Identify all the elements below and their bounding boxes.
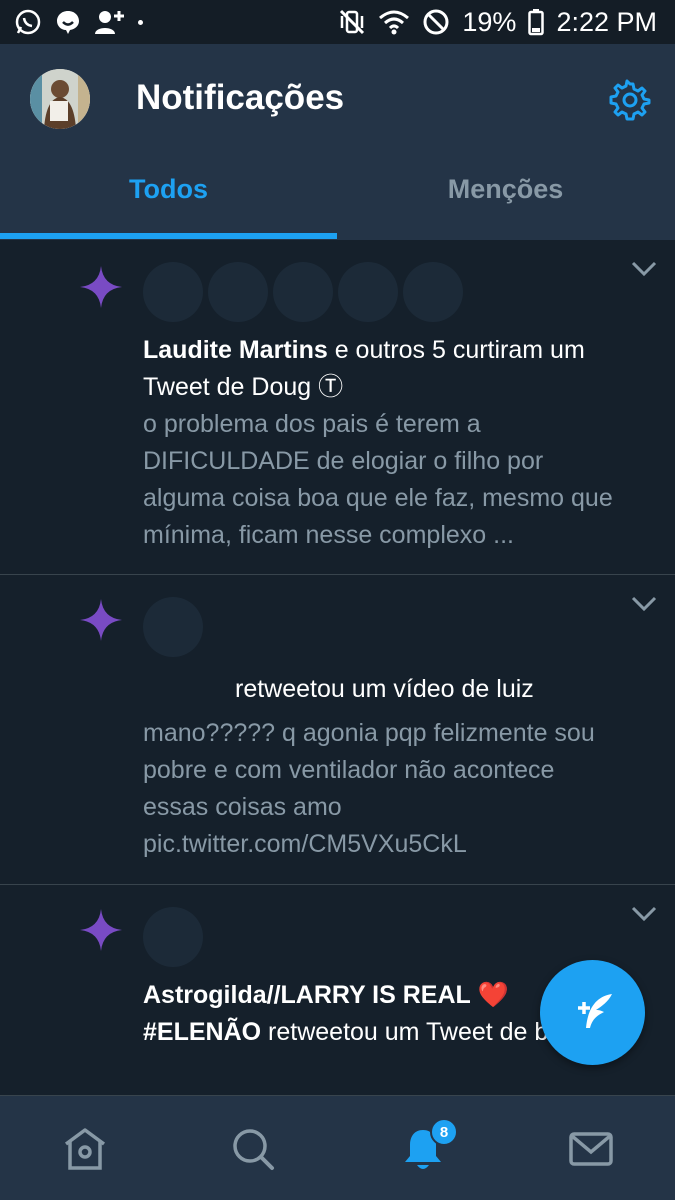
profile-avatar[interactable] (30, 69, 90, 129)
settings-gear-icon[interactable] (608, 78, 652, 122)
notification-item[interactable]: Laudite Martins e outros 5 curtiram um T… (0, 240, 675, 575)
tab-mencoes[interactable]: Menções (337, 174, 674, 240)
actor-hashtag[interactable]: #ELENÃO (143, 1018, 261, 1046)
notification-action: retweetou um vídeo de luiz (235, 675, 534, 703)
clock: 2:22 PM (556, 6, 657, 37)
no-signal-icon (423, 9, 449, 35)
tweet-preview: o problema dos pais é terem a DIFICULDAD… (143, 410, 613, 549)
actor-avatars (143, 262, 463, 322)
sparkle-icon (80, 909, 122, 951)
tab-mencoes-label: Menções (447, 174, 564, 204)
bottom-navigation (0, 1095, 675, 1200)
compose-feather-icon (577, 993, 612, 1028)
app-header: Notificações Todos Menções (0, 44, 675, 240)
sparkle-icon (80, 599, 122, 641)
avatar[interactable] (143, 907, 203, 967)
chevron-down-icon[interactable] (630, 260, 658, 278)
messages-icon[interactable] (566, 1124, 616, 1174)
status-bar: 19% 2:22 PM (0, 0, 675, 44)
avatar[interactable] (208, 262, 268, 322)
status-bar-notifications (14, 8, 143, 36)
tweet-preview: mano????? q agonia pqp felizmente sou po… (143, 719, 595, 858)
avatar[interactable] (273, 262, 333, 322)
compose-tweet-button[interactable] (540, 960, 645, 1065)
active-tab-indicator (0, 233, 337, 239)
vibrate-mute-icon (340, 9, 365, 35)
add-contact-icon (95, 11, 124, 34)
notification-summary: Laudite Martins e outros 5 curtiram um T… (143, 332, 623, 406)
chevron-down-icon[interactable] (630, 905, 658, 923)
avatar[interactable] (143, 262, 203, 322)
battery-icon (528, 9, 545, 36)
actor-name[interactable]: Astrogilda//LARRY IS REAL (143, 981, 471, 1009)
chat-bubble-icon (57, 11, 79, 34)
tab-todos-label: Todos (129, 174, 208, 204)
home-icon[interactable] (60, 1124, 110, 1174)
battery-percentage: 19% (462, 6, 517, 37)
chevron-down-icon[interactable] (630, 595, 658, 613)
whatsapp-icon (15, 9, 41, 35)
page-title: Notificações (136, 78, 345, 117)
actor-name[interactable]: Laudite Martins (143, 336, 328, 364)
actor-avatars (143, 907, 203, 967)
tab-todos[interactable]: Todos (0, 174, 337, 240)
avatar[interactable] (143, 597, 203, 657)
notification-item[interactable]: retweetou um vídeo de luiz mano????? q a… (0, 575, 675, 885)
avatar[interactable] (403, 262, 463, 322)
sparkle-icon (80, 266, 122, 308)
more-notifications-dot (138, 19, 143, 25)
search-icon[interactable] (228, 1124, 278, 1174)
wifi-icon (379, 10, 410, 35)
actor-avatars (143, 597, 203, 657)
status-bar-system: 19% 2:22 PM (338, 7, 657, 38)
notification-count-badge: 8 (430, 1118, 458, 1146)
heart-emoji: ❤️ (477, 981, 509, 1009)
avatar[interactable] (338, 262, 398, 322)
notification-summary: retweetou um vídeo de luiz (143, 671, 673, 708)
